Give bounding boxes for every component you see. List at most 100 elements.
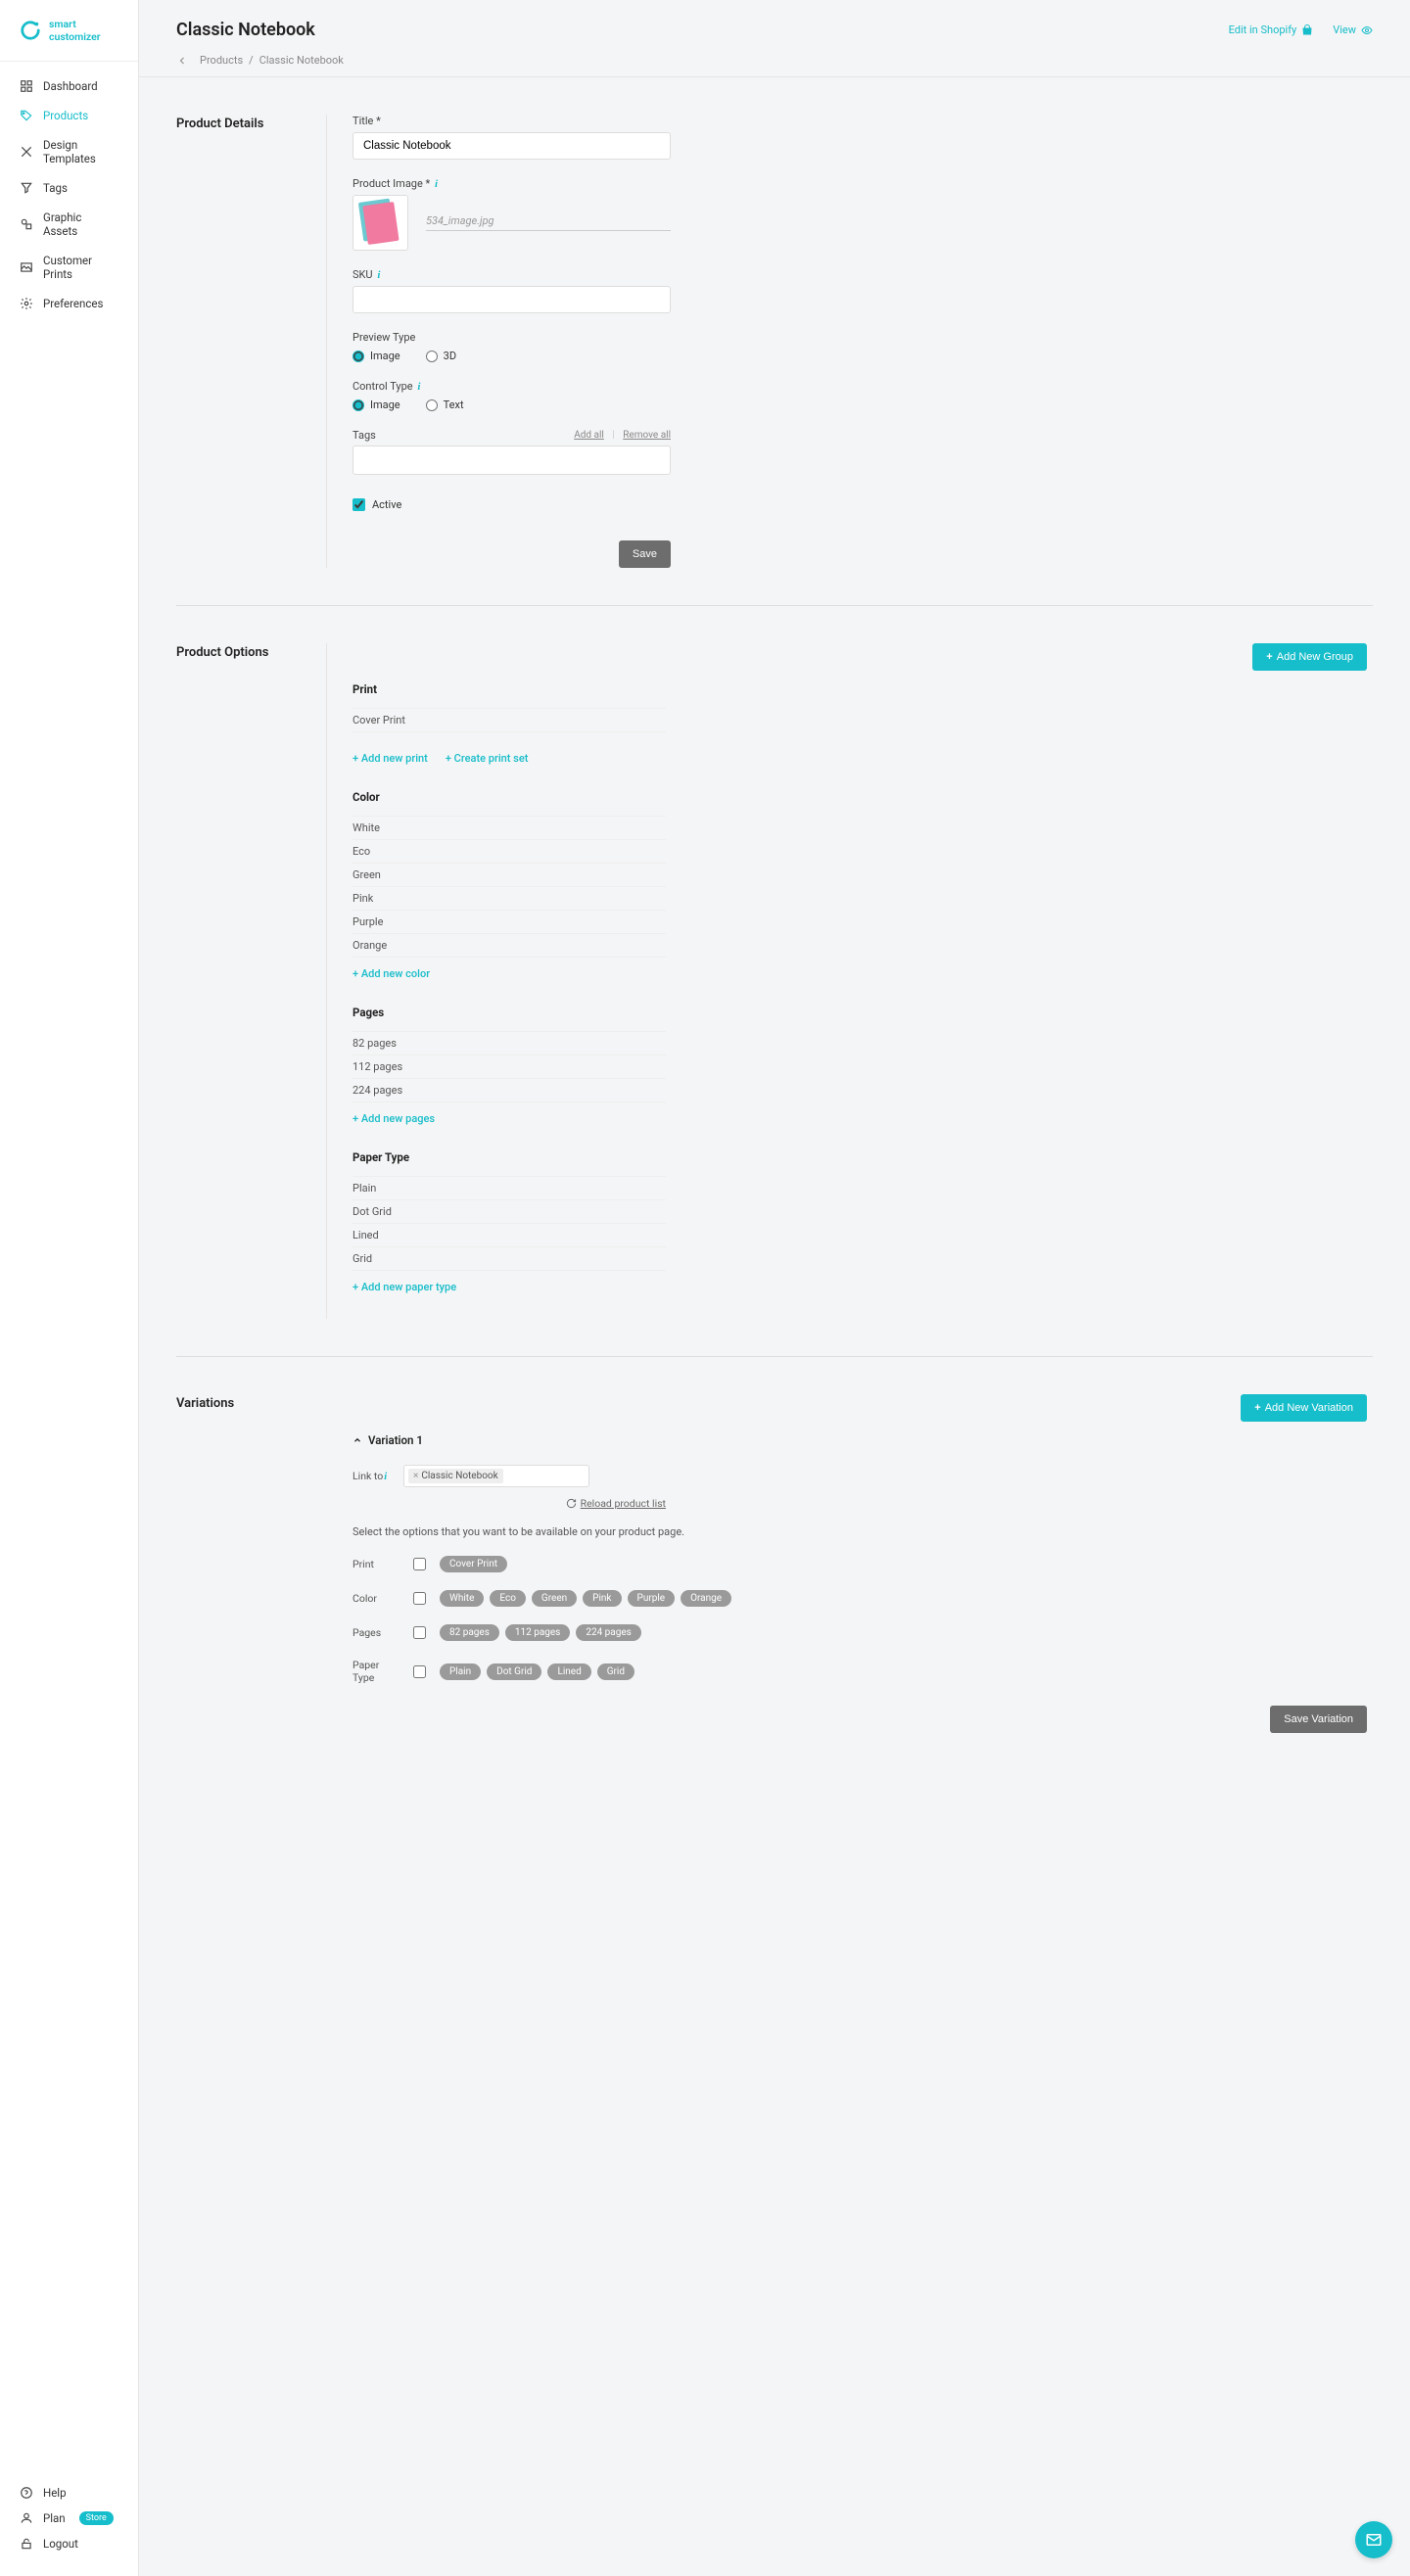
variation-pill[interactable]: Grid (597, 1663, 634, 1680)
image-icon (20, 260, 33, 274)
back-arrow-icon[interactable] (176, 55, 188, 67)
variation-pill[interactable]: Eco (490, 1590, 526, 1607)
add-new-paper-link[interactable]: + Add new paper type (352, 1281, 456, 1293)
variation-pill[interactable]: White (440, 1590, 484, 1607)
option-group-pages: Pages 82 pages 112 pages 224 pages + Add… (352, 1006, 666, 1125)
section-heading: Product Options (176, 643, 326, 1319)
breadcrumb-products[interactable]: Products (200, 54, 243, 67)
breadcrumb: Products / Classic Notebook (139, 40, 1410, 77)
variation-pill[interactable]: Cover Print (440, 1556, 507, 1572)
option-item[interactable]: Lined (352, 1224, 666, 1247)
reload-product-list-link[interactable]: Reload product list (566, 1497, 666, 1510)
variation-pill[interactable]: 112 pages (505, 1624, 570, 1641)
variation-pill[interactable]: Dot Grid (487, 1663, 541, 1680)
support-fab[interactable] (1355, 2521, 1392, 2558)
add-new-print-link[interactable]: + Add new print (352, 752, 428, 765)
variation-pill[interactable]: Pink (583, 1590, 621, 1607)
nav-dashboard[interactable]: Dashboard (0, 71, 138, 101)
nav-label: Tags (43, 181, 68, 195)
tags-input[interactable] (352, 445, 671, 475)
variation-row-checkbox[interactable] (413, 1558, 426, 1570)
group-title: Print (352, 682, 666, 696)
user-icon (20, 2511, 33, 2525)
control-text-radio[interactable]: Text (426, 398, 464, 411)
variation-row-checkbox[interactable] (413, 1626, 426, 1639)
sku-label: SKU i (352, 268, 1373, 281)
chip-remove-icon[interactable]: × (413, 1471, 418, 1481)
option-item[interactable]: Plain (352, 1176, 666, 1200)
option-item[interactable]: Pink (352, 887, 666, 911)
info-icon[interactable]: i (417, 381, 420, 393)
nav-tags[interactable]: Tags (0, 173, 138, 203)
option-item[interactable]: 112 pages (352, 1055, 666, 1079)
preview-image-radio[interactable]: Image (352, 350, 400, 362)
link-to-label: Link toi (352, 1470, 394, 1482)
nav-preferences[interactable]: Preferences (0, 289, 138, 318)
variation-pill[interactable]: Purple (628, 1590, 676, 1607)
variation-row-checkbox[interactable] (413, 1665, 426, 1678)
brand-logo[interactable]: smart customizer (0, 0, 138, 62)
add-new-color-link[interactable]: + Add new color (352, 967, 430, 980)
view-link[interactable]: View (1333, 23, 1373, 36)
option-item[interactable]: 224 pages (352, 1079, 666, 1102)
link-to-input[interactable]: ×Classic Notebook (403, 1465, 589, 1487)
nav-plan[interactable]: Plan Store (0, 2506, 138, 2531)
variation-pill[interactable]: Plain (440, 1663, 481, 1680)
option-group-color: Color White Eco Green Pink Purple Orange… (352, 790, 666, 980)
active-checkbox[interactable]: Active (352, 498, 1373, 511)
help-icon (20, 2486, 33, 2500)
nav-label: Products (43, 109, 88, 122)
variation-row-checkbox[interactable] (413, 1592, 426, 1605)
logo-icon (20, 20, 41, 41)
save-button[interactable]: Save (619, 540, 671, 568)
section-heading: Variations (176, 1394, 326, 1733)
add-new-pages-link[interactable]: + Add new pages (352, 1112, 435, 1125)
variation-pill[interactable]: Orange (681, 1590, 731, 1607)
add-all-tags-link[interactable]: Add all (574, 430, 604, 441)
info-icon[interactable]: i (377, 269, 380, 281)
title-label: Title * (352, 115, 1373, 127)
nav-products[interactable]: Products (0, 101, 138, 130)
nav-label: Dashboard (43, 79, 98, 93)
option-item[interactable]: Eco (352, 840, 666, 864)
nav-help[interactable]: Help (0, 2480, 138, 2506)
add-new-variation-button[interactable]: +Add New Variation (1241, 1394, 1367, 1422)
option-item[interactable]: Orange (352, 934, 666, 958)
tags-label: Tags (352, 429, 376, 442)
option-item[interactable]: Cover Print (352, 708, 666, 732)
product-image-thumb[interactable] (352, 195, 408, 251)
option-item[interactable]: 82 pages (352, 1031, 666, 1055)
nav-customer-prints[interactable]: Customer Prints (0, 246, 138, 289)
link-to-chip[interactable]: ×Classic Notebook (408, 1469, 503, 1483)
option-item[interactable]: Dot Grid (352, 1200, 666, 1224)
save-variation-button[interactable]: Save Variation (1270, 1706, 1367, 1733)
dashboard-icon (20, 79, 33, 93)
option-item[interactable]: White (352, 816, 666, 840)
info-icon[interactable]: i (384, 1472, 387, 1482)
nav-design-templates[interactable]: Design Templates (0, 130, 138, 173)
control-image-radio[interactable]: Image (352, 398, 400, 411)
preview-3d-radio[interactable]: 3D (426, 350, 456, 362)
section-variations: Variations +Add New Variation Variation … (176, 1357, 1373, 1770)
remove-all-tags-link[interactable]: Remove all (623, 430, 671, 441)
variation-pill[interactable]: 224 pages (576, 1624, 640, 1641)
option-item[interactable]: Green (352, 864, 666, 887)
sku-input[interactable] (352, 286, 671, 313)
option-group-print: Print Cover Print + Add new print + Crea… (352, 682, 666, 765)
option-item[interactable]: Grid (352, 1247, 666, 1271)
variation-pill[interactable]: 82 pages (440, 1624, 499, 1641)
ruler-icon (20, 145, 33, 159)
add-new-group-button[interactable]: +Add New Group (1252, 643, 1367, 671)
variation-pill[interactable]: Green (532, 1590, 577, 1607)
nav-graphic-assets[interactable]: Graphic Assets (0, 203, 138, 246)
variation-1-toggle[interactable]: Variation 1 (352, 1433, 1373, 1447)
header-actions: Edit in Shopify View (1229, 23, 1373, 36)
create-print-set-link[interactable]: + Create print set (446, 752, 529, 765)
variation-pill[interactable]: Lined (547, 1663, 590, 1680)
nav-label: Design Templates (43, 138, 118, 165)
nav-logout[interactable]: Logout (0, 2531, 138, 2556)
edit-in-shopify-link[interactable]: Edit in Shopify (1229, 23, 1314, 36)
title-input[interactable] (352, 132, 671, 160)
info-icon[interactable]: i (435, 178, 438, 190)
option-item[interactable]: Purple (352, 911, 666, 934)
